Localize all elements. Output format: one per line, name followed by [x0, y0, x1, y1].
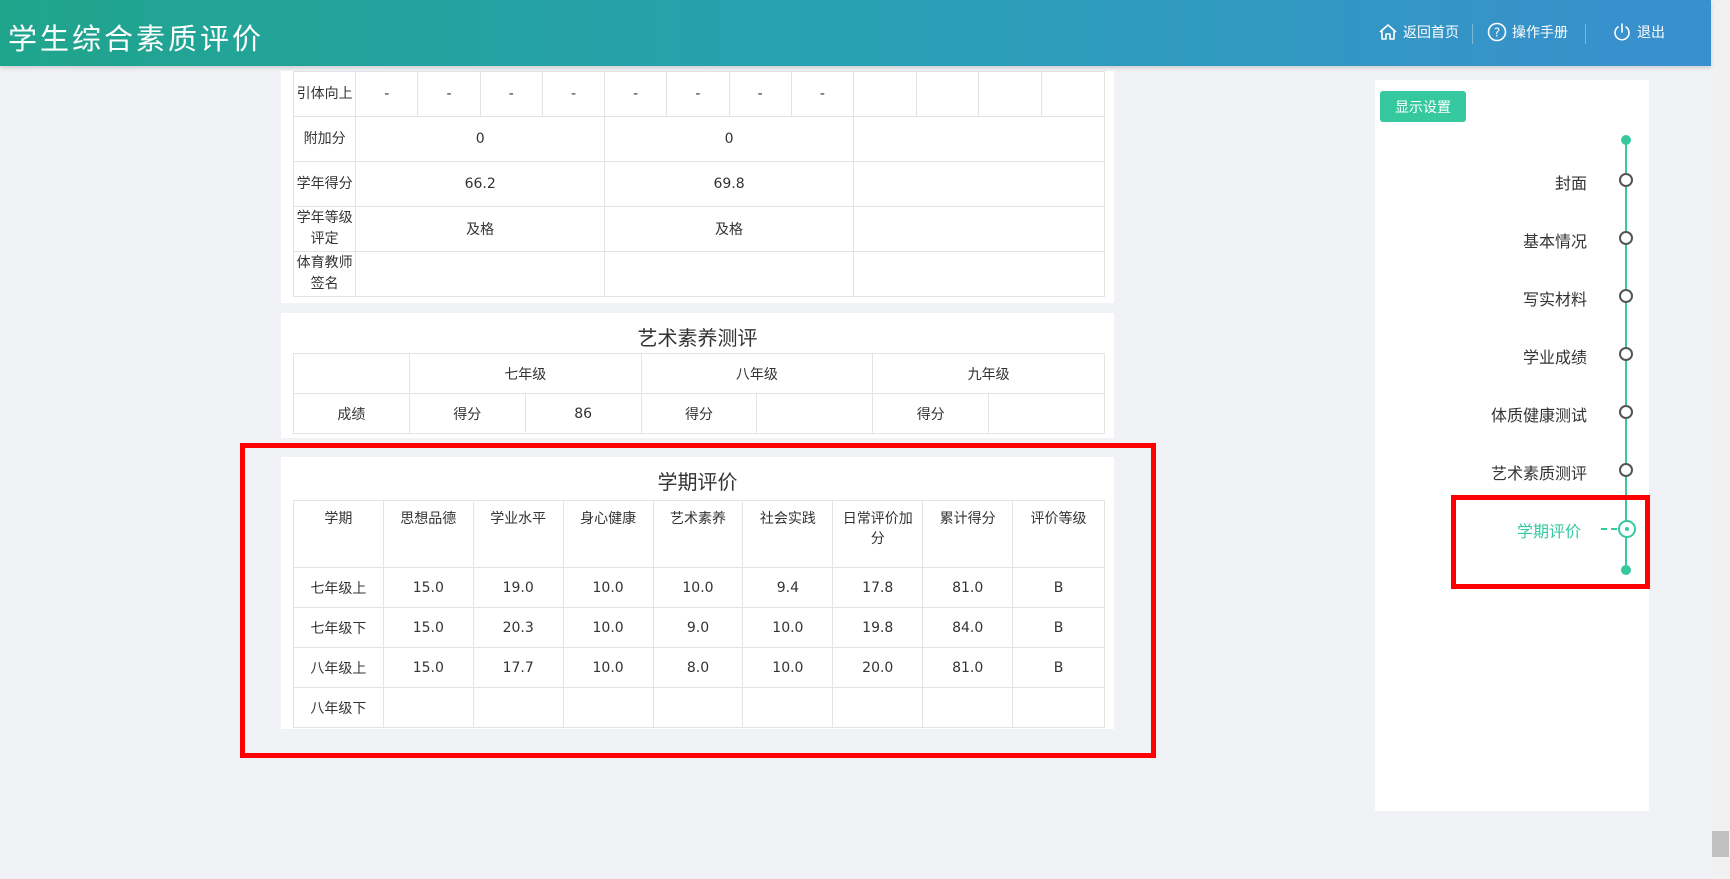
table-cell: 69.8 [604, 161, 854, 207]
top-header: 学生综合素质评价 返回首页 ? 操作手册 退出 [0, 0, 1711, 66]
power-icon [1614, 23, 1630, 41]
table-cell [852, 161, 1106, 207]
home-link[interactable]: 返回首页 [1378, 22, 1459, 42]
row-label: 成绩 [293, 393, 410, 434]
table-cell: 0 [355, 116, 606, 162]
row-label: 学年得分 [292, 161, 357, 207]
header-divider [1585, 24, 1586, 44]
table-cell: 及格 [355, 206, 606, 252]
nav-node [1619, 405, 1633, 419]
table-cell: 66.2 [355, 161, 606, 207]
nav-node [1619, 347, 1633, 361]
grade-header: 八年级 [640, 353, 874, 394]
page-scrollbar[interactable] [1711, 0, 1730, 879]
highlight-box-nav-item [1451, 495, 1650, 589]
score-label: 得分 [640, 393, 758, 434]
highlight-box-term-panel [240, 443, 1156, 758]
grade-header: 九年级 [872, 353, 1105, 394]
signature-cell [604, 251, 854, 297]
table-cell [1040, 71, 1106, 117]
nav-item-art[interactable]: 艺术素质测评 [1491, 460, 1587, 484]
grade-header: 七年级 [408, 353, 642, 394]
manual-link[interactable]: ? 操作手册 [1487, 22, 1568, 42]
art-panel: 艺术素养测评 七年级 八年级 九年级 成绩 得分 86 得分 得分 [281, 313, 1114, 438]
row-label: 附加分 [292, 116, 357, 162]
table-cell: - [728, 71, 792, 117]
timeline-start-dot [1621, 135, 1631, 145]
pe-score-table: 引体向上 - - - - - - - - 附加分 0 0 学年得分 66.2 6… [292, 71, 1106, 297]
nav-item-physical-test[interactable]: 体质健康测试 [1491, 402, 1587, 426]
score-value: 86 [524, 393, 642, 434]
table-cell: 0 [604, 116, 854, 162]
table-cell: - [355, 71, 419, 117]
row-label: 体育教师签名 [292, 251, 357, 297]
table-cell [916, 71, 980, 117]
nav-item-records[interactable]: 写实材料 [1523, 286, 1587, 310]
signature-cell [852, 251, 1106, 297]
table-cell: 及格 [604, 206, 854, 252]
app-title: 学生综合素质评价 [8, 22, 265, 56]
section-nav-panel: 显示设置 封面 基本情况 写实材料 学业成绩 体质健康测试 艺术素质测评 学期评… [1375, 80, 1649, 811]
table-row: 体育教师签名 [292, 251, 1106, 297]
logout-link[interactable]: 退出 [1612, 22, 1665, 42]
table-cell [293, 353, 410, 394]
score-value [988, 393, 1105, 434]
home-icon [1379, 24, 1397, 40]
table-cell: - [666, 71, 730, 117]
score-label: 得分 [408, 393, 526, 434]
display-settings-button[interactable]: 显示设置 [1380, 91, 1466, 122]
table-cell [852, 71, 918, 117]
table-cell: - [790, 71, 854, 117]
nav-item-academic[interactable]: 学业成绩 [1523, 344, 1587, 368]
art-score-table: 七年级 八年级 九年级 成绩 得分 86 得分 得分 [293, 353, 1105, 434]
table-cell: - [604, 71, 668, 117]
table-cell: - [417, 71, 481, 117]
table-cell: - [479, 71, 543, 117]
table-row: 学年得分 66.2 69.8 [292, 161, 1106, 207]
logout-link-label: 退出 [1637, 25, 1665, 41]
table-row: 成绩 得分 86 得分 得分 [293, 393, 1105, 434]
home-link-label: 返回首页 [1403, 25, 1459, 41]
nav-node [1619, 231, 1633, 245]
table-cell [852, 206, 1106, 252]
manual-link-label: 操作手册 [1512, 25, 1568, 41]
section-title: 艺术素养测评 [637, 326, 758, 350]
table-row: 学年等级评定 及格 及格 [292, 206, 1106, 252]
header-divider [1472, 24, 1473, 44]
signature-cell [355, 251, 606, 297]
row-label: 引体向上 [292, 71, 357, 117]
help-icon: ? [1487, 22, 1507, 42]
svg-text:?: ? [1494, 26, 1500, 40]
row-label: 学年等级评定 [292, 206, 357, 252]
score-value [756, 393, 874, 434]
table-cell [978, 71, 1042, 117]
score-label: 得分 [872, 393, 990, 434]
nav-item-basic-info[interactable]: 基本情况 [1523, 228, 1587, 252]
nav-node [1619, 173, 1633, 187]
nav-item-cover[interactable]: 封面 [1555, 170, 1587, 194]
scrollbar-thumb[interactable] [1712, 831, 1729, 857]
table-row: 附加分 0 0 [292, 116, 1106, 162]
table-cell [852, 116, 1106, 162]
table-row: 引体向上 - - - - - - - - [292, 71, 1106, 117]
table-cell: - [541, 71, 606, 117]
nav-node [1619, 463, 1633, 477]
table-row: 七年级 八年级 九年级 [293, 353, 1105, 394]
nav-node [1619, 289, 1633, 303]
pe-panel: 引体向上 - - - - - - - - 附加分 0 0 学年得分 66.2 6… [281, 71, 1114, 303]
